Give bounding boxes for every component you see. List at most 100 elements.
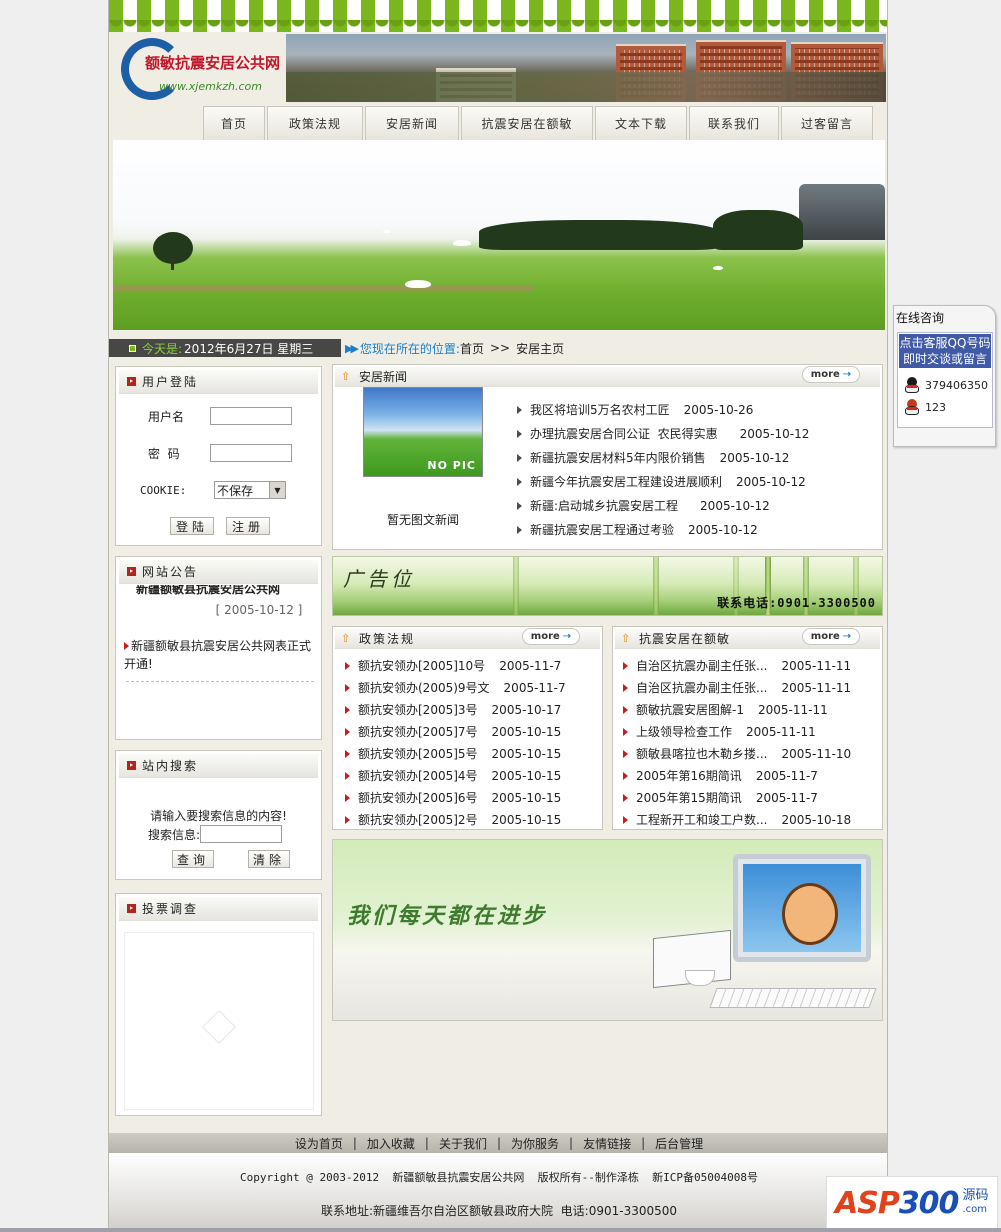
footer-link-about[interactable]: 关于我们 — [429, 1135, 497, 1152]
policy-item[interactable]: 额抗安领办[2005]6号 2005-10-15 — [345, 789, 561, 806]
monitor-illustration — [733, 854, 871, 962]
news-item[interactable]: 新疆抗震安居材料5年内限价销售 2005-10-12 — [517, 449, 789, 466]
red-triangle-icon — [623, 793, 628, 802]
news-item-title: 我区将培训5万名农村工匠 — [530, 403, 670, 417]
policy-item-title: 额抗安领办[2005]7号 — [358, 725, 478, 739]
footer-link-favorite[interactable]: 加入收藏 — [357, 1135, 425, 1152]
no-pic-caption: 暂无图文新闻 — [386, 513, 459, 527]
nav-download[interactable]: 文本下载 — [595, 106, 687, 140]
emin-item-title: 额敏县喀拉也木勒乡搂... — [636, 747, 768, 761]
news-item[interactable]: 新疆抗震安居工程通过考验 2005-10-12 — [517, 521, 758, 538]
poll-placeholder-icon — [202, 1010, 236, 1044]
notice-panel-title: 网站公告 — [142, 565, 199, 579]
breadcrumb-current: 安居主页 — [516, 341, 565, 356]
red-arrow-icon — [127, 377, 136, 386]
username-label: 用户名 — [148, 409, 185, 424]
emin-item[interactable]: 2005年第15期简讯 2005-11-7 — [623, 789, 818, 806]
red-triangle-icon — [623, 661, 628, 670]
red-triangle-icon — [345, 727, 350, 736]
news-item[interactable]: 新疆:启动城乡抗震安居工程 2005-10-12 — [517, 497, 770, 514]
nav-contact[interactable]: 联系我们 — [689, 106, 779, 140]
emin-item-date: 2005-10-18 — [781, 812, 852, 827]
policy-item-title: 额抗安领办[2005]10号 — [358, 659, 486, 673]
policy-item[interactable]: 额抗安领办[2005]7号 2005-10-15 — [345, 723, 561, 740]
policy-item[interactable]: 额抗安领办[2005]5号 2005-10-15 — [345, 745, 561, 762]
qq-contact[interactable]: 379406350 — [904, 377, 988, 393]
emin-item[interactable]: 额敏抗震安居图解-1 2005-11-11 — [623, 701, 828, 718]
cookie-label: COOKIE: — [140, 483, 187, 497]
news-item[interactable]: 办理抗震安居合同公证 农民得实惠 2005-10-12 — [517, 425, 809, 442]
policy-item[interactable]: 额抗安领办[2005]4号 2005-10-15 — [345, 767, 561, 784]
nav-policy[interactable]: 政策法规 — [267, 106, 363, 140]
online-consult-panel: 在线咨询 点击客服QQ号码即时交谈或留言 379406350 123 — [893, 305, 996, 447]
footer-link-admin[interactable]: 后台管理 — [645, 1135, 713, 1152]
policy-item[interactable]: 额抗安领办[2005]2号 2005-10-15 — [345, 811, 561, 828]
red-triangle-icon — [623, 771, 628, 780]
emin-item[interactable]: 上级领导检查工作 2005-11-11 — [623, 723, 816, 740]
policy-panel-header: ⇧ 政策法规 more ⇢ — [335, 628, 600, 649]
nav-news[interactable]: 安居新闻 — [365, 106, 459, 140]
asp300-watermark-logo[interactable]: ASP 300 源码 .com — [826, 1176, 998, 1230]
policy-item-title: 额抗安领办(2005)9号文 — [358, 681, 490, 695]
nav-emin[interactable]: 抗震安居在额敏 — [461, 106, 593, 140]
footer-link-friends[interactable]: 友情链接 — [573, 1135, 641, 1152]
password-input[interactable] — [210, 444, 292, 462]
nav-guestbook[interactable]: 过客留言 — [781, 106, 873, 140]
nav-home[interactable]: 首页 — [203, 106, 265, 140]
qq-contact[interactable]: 123 — [904, 399, 946, 415]
news-panel-header: ⇧ 安居新闻 more ⇢ — [335, 366, 880, 387]
no-pic-thumbnail[interactable]: NO PIC — [363, 387, 483, 477]
register-button[interactable]: 注册 — [226, 517, 270, 535]
logo-title: 额敏抗震安居公共网 — [145, 54, 281, 72]
triangle-bullet-icon — [517, 501, 522, 510]
login-button[interactable]: 登陆 — [170, 517, 214, 535]
emin-item-title: 工程新开工和竣工户数... — [636, 813, 768, 827]
bottom-strip — [0, 1228, 1001, 1232]
policy-more-button[interactable]: more ⇢ — [522, 628, 580, 645]
footer-link-service[interactable]: 为你服务 — [501, 1135, 569, 1152]
search-input[interactable] — [200, 825, 283, 843]
news-more-button[interactable]: more ⇢ — [802, 366, 860, 383]
cookie-select[interactable]: 不保存 ▼ — [214, 481, 286, 499]
ad-banner[interactable]: 广告位 联系电话:0901-3300500 — [332, 556, 883, 616]
cookie-select-value: 不保存 — [217, 483, 254, 498]
red-triangle-icon — [345, 683, 350, 692]
notice-item[interactable]: 新疆额敏县抗震安居公共网表正式开通! — [124, 637, 316, 673]
qq-number: 123 — [925, 400, 946, 414]
policy-item[interactable]: 额抗安领办[2005]10号 2005-11-7 — [345, 657, 561, 674]
emin-item[interactable]: 额敏县喀拉也木勒乡搂... 2005-11-10 — [623, 745, 851, 762]
policy-item[interactable]: 额抗安领办[2005]3号 2005-10-17 — [345, 701, 561, 718]
footer-link-homepage[interactable]: 设为首页 — [285, 1135, 353, 1152]
progress-ad-banner[interactable]: 我们每天都在进步 — [332, 839, 883, 1021]
policy-item-date: 2005-10-15 — [491, 768, 562, 783]
breadcrumb-home[interactable]: 首页 — [460, 340, 484, 357]
poll-panel-title: 投票调查 — [142, 902, 199, 916]
policy-item[interactable]: 额抗安领办(2005)9号文 2005-11-7 — [345, 679, 566, 696]
password-label: 密 码 — [148, 446, 180, 461]
emin-item[interactable]: 工程新开工和竣工户数... 2005-10-18 — [623, 811, 851, 828]
red-triangle-icon — [623, 749, 628, 758]
emin-panel-title: 抗震安居在额敏 — [639, 632, 731, 646]
orange-up-arrow-icon: ⇧ — [341, 369, 351, 383]
clear-button[interactable]: 清除 — [248, 850, 290, 868]
news-item[interactable]: 新疆今年抗震安居工程建设进展顺利 2005-10-12 — [517, 473, 806, 490]
consult-note[interactable]: 点击客服QQ号码即时交谈或留言 — [899, 334, 991, 368]
poll-content — [124, 932, 314, 1110]
notice-panel: 网站公告 新疆额敏县抗震安居公共网 [ 2005-10-12 ] 新疆额敏县抗震… — [115, 556, 322, 740]
emin-item[interactable]: 自治区抗震办副主任张... 2005-11-11 — [623, 679, 851, 696]
username-input[interactable] — [210, 407, 292, 425]
policy-panel: ⇧ 政策法规 more ⇢ 额抗安领办[2005]10号 2005-11-7 额抗安… — [332, 626, 603, 830]
news-item[interactable]: 我区将培训5万名农村工匠 2005-10-26 — [517, 401, 753, 418]
footer-links: 设为首页 | 加入收藏 | 关于我们 | 为你服务 | 友情链接 | 后台管理 — [109, 1133, 887, 1153]
emin-item-title: 2005年第15期简讯 — [636, 791, 742, 805]
logo-asp: ASP — [835, 1185, 900, 1221]
triangle-bullet-icon — [517, 453, 522, 462]
query-button[interactable]: 查询 — [172, 850, 214, 868]
site-logo[interactable]: 额敏抗震安居公共网 www.xjemkzh.com — [121, 36, 286, 102]
emin-more-button[interactable]: more ⇢ — [802, 628, 860, 645]
date-value: 2012年6月27日 星期三 — [184, 341, 314, 356]
emin-item[interactable]: 2005年第16期简讯 2005-11-7 — [623, 767, 818, 784]
logo-com: .com — [962, 1204, 987, 1215]
emin-item[interactable]: 自治区抗震办副主任张... 2005-11-11 — [623, 657, 851, 674]
emin-item-date: 2005-11-7 — [755, 768, 818, 783]
